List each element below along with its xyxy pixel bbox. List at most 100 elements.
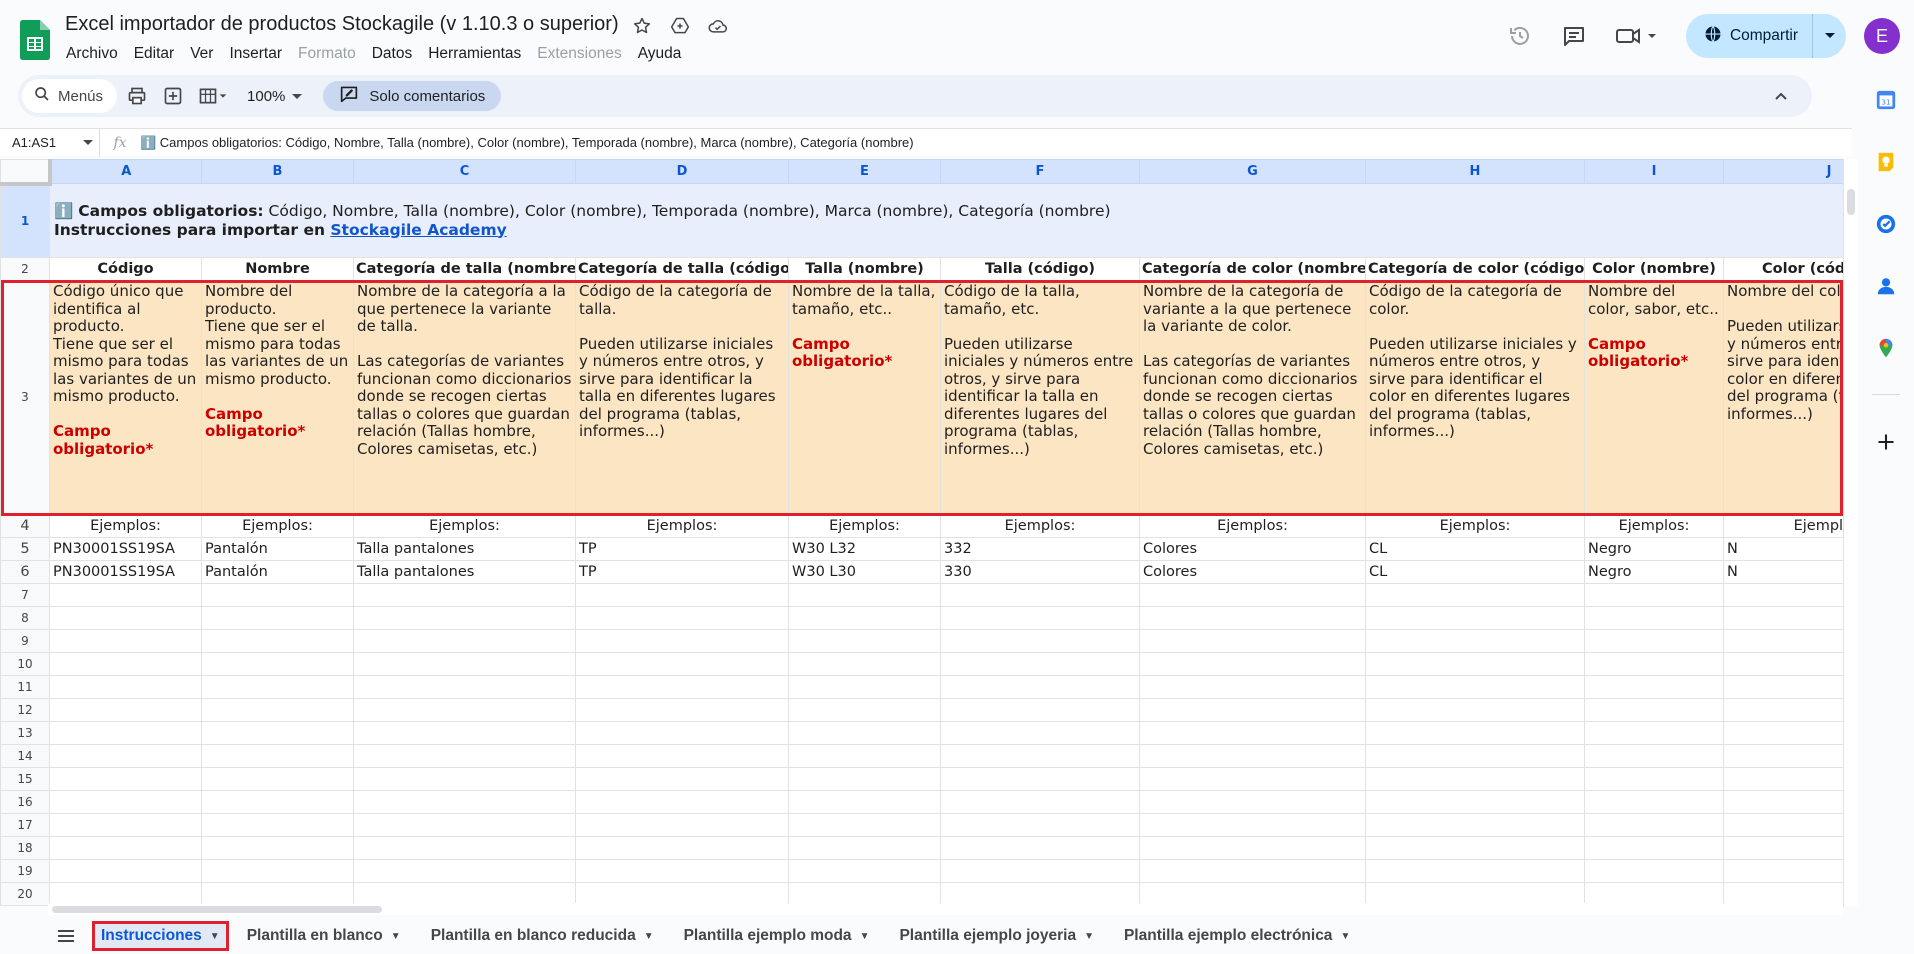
row-header[interactable]: 1 xyxy=(0,183,50,258)
empty-cell[interactable] xyxy=(940,606,1140,630)
header-cell[interactable]: Nombre xyxy=(201,257,354,281)
empty-cell[interactable] xyxy=(1139,767,1366,791)
empty-cell[interactable] xyxy=(353,859,576,883)
empty-cell[interactable] xyxy=(1139,859,1366,883)
data-cell[interactable]: N xyxy=(1723,537,1843,561)
empty-cell[interactable] xyxy=(1365,629,1585,653)
empty-cell[interactable] xyxy=(940,767,1140,791)
empty-cell[interactable] xyxy=(788,606,941,630)
description-cell[interactable]: Nombre de la categoría de variante a la … xyxy=(1139,280,1366,514)
header-cell[interactable]: Talla (código) xyxy=(940,257,1140,281)
empty-cell[interactable] xyxy=(940,652,1140,676)
empty-cell[interactable] xyxy=(940,721,1140,745)
empty-cell[interactable] xyxy=(353,744,576,768)
data-cell[interactable]: Negro xyxy=(1584,560,1724,584)
keep-icon[interactable] xyxy=(1874,150,1898,174)
empty-cell[interactable] xyxy=(575,606,789,630)
sheet-tab[interactable]: Plantilla en blanco reducida ▼ xyxy=(419,921,666,951)
empty-cell[interactable] xyxy=(575,859,789,883)
empty-cell[interactable] xyxy=(201,813,354,837)
horizontal-scrollbar[interactable] xyxy=(48,903,1843,915)
empty-cell[interactable] xyxy=(1139,721,1366,745)
menu-herramientas[interactable]: Herramientas xyxy=(420,43,529,65)
examples-cell[interactable]: Ejemplos: xyxy=(1584,513,1724,538)
empty-cell[interactable] xyxy=(49,606,202,630)
empty-cell[interactable] xyxy=(575,721,789,745)
empty-cell[interactable] xyxy=(353,698,576,722)
star-icon[interactable] xyxy=(630,14,654,38)
plus-icon[interactable] xyxy=(1874,430,1898,454)
empty-cell[interactable] xyxy=(1723,629,1843,653)
column-header-f[interactable]: F xyxy=(940,159,1140,184)
sheet-tab[interactable]: Plantilla en blanco ▼ xyxy=(235,921,413,951)
description-cell[interactable]: Código único que identifica al producto.… xyxy=(49,280,202,514)
empty-cell[interactable] xyxy=(201,744,354,768)
description-cell[interactable]: Nombre de la talla, tamaño, etc.. Campo o… xyxy=(788,280,941,514)
empty-cell[interactable] xyxy=(49,629,202,653)
empty-cell[interactable] xyxy=(788,583,941,607)
examples-cell[interactable]: Ejemplos: xyxy=(201,513,354,538)
column-header-d[interactable]: D xyxy=(575,159,789,184)
empty-cell[interactable] xyxy=(940,859,1140,883)
empty-cell[interactable] xyxy=(353,836,576,860)
empty-cell[interactable] xyxy=(1584,606,1724,630)
row-header[interactable]: 13 xyxy=(0,721,50,745)
empty-cell[interactable] xyxy=(201,675,354,699)
data-cell[interactable]: Negro xyxy=(1584,537,1724,561)
data-cell[interactable]: Colores xyxy=(1139,560,1366,584)
share-options-button[interactable] xyxy=(1812,14,1846,58)
maps-icon[interactable] xyxy=(1874,336,1898,360)
empty-cell[interactable] xyxy=(788,652,941,676)
empty-cell[interactable] xyxy=(575,675,789,699)
empty-cell[interactable] xyxy=(575,836,789,860)
description-cell[interactable]: Código de la talla, tamaño, etc. Pueden u… xyxy=(940,280,1140,514)
move-to-drive-icon[interactable] xyxy=(668,14,692,38)
empty-cell[interactable] xyxy=(1365,836,1585,860)
row-header[interactable]: 18 xyxy=(0,836,50,860)
row-header[interactable]: 14 xyxy=(0,744,50,768)
zoom-select[interactable]: 100% xyxy=(241,88,309,105)
row-header[interactable]: 7 xyxy=(0,583,50,607)
column-header-e[interactable]: E xyxy=(788,159,941,184)
empty-cell[interactable] xyxy=(1365,813,1585,837)
empty-cell[interactable] xyxy=(1139,652,1366,676)
empty-cell[interactable] xyxy=(788,675,941,699)
examples-cell[interactable]: Ejemplos: xyxy=(788,513,941,538)
empty-cell[interactable] xyxy=(1584,652,1724,676)
formula-input[interactable]: ℹ️ Campos obligatorios: Código, Nombre, … xyxy=(140,135,914,151)
chevron-up-icon[interactable] xyxy=(1766,81,1796,111)
column-header-c[interactable]: C xyxy=(353,159,576,184)
description-cell[interactable]: Código de la categoría de talla. Pueden u… xyxy=(575,280,789,514)
empty-cell[interactable] xyxy=(1365,859,1585,883)
empty-cell[interactable] xyxy=(1365,767,1585,791)
empty-cell[interactable] xyxy=(201,583,354,607)
menu-archivo[interactable]: Archivo xyxy=(58,43,126,65)
empty-cell[interactable] xyxy=(1365,698,1585,722)
all-sheets-icon[interactable] xyxy=(46,921,86,951)
comment-mode-button[interactable]: Solo comentarios xyxy=(323,81,502,111)
data-cell[interactable]: PN30001SS19SA xyxy=(49,560,202,584)
empty-cell[interactable] xyxy=(788,698,941,722)
empty-cell[interactable] xyxy=(49,744,202,768)
data-cell[interactable]: TP xyxy=(575,537,789,561)
menu-datos[interactable]: Datos xyxy=(364,43,421,65)
empty-cell[interactable] xyxy=(940,583,1140,607)
empty-cell[interactable] xyxy=(1365,606,1585,630)
menu-search[interactable]: Menús xyxy=(22,79,118,113)
info-banner-cell[interactable]: ℹ️ Campos obligatorios: Código, Nombre, … xyxy=(49,183,1843,258)
empty-cell[interactable] xyxy=(788,813,941,837)
caret-down-icon[interactable]: ▼ xyxy=(391,931,401,942)
empty-cell[interactable] xyxy=(1723,790,1843,814)
data-cell[interactable]: 332 xyxy=(940,537,1140,561)
empty-cell[interactable] xyxy=(575,583,789,607)
header-cell[interactable]: Código xyxy=(49,257,202,281)
history-icon[interactable] xyxy=(1500,16,1540,56)
empty-cell[interactable] xyxy=(940,698,1140,722)
data-cell[interactable]: Pantalón xyxy=(201,537,354,561)
share-button[interactable]: Compartir xyxy=(1686,14,1812,58)
document-title[interactable]: Excel importador de productos Stockagile… xyxy=(65,13,619,36)
empty-cell[interactable] xyxy=(1139,698,1366,722)
sheet-tab[interactable]: Plantilla ejemplo electrónica ▼ xyxy=(1112,921,1362,951)
avatar[interactable]: E xyxy=(1864,18,1900,54)
examples-cell[interactable]: Ejemplos: xyxy=(1723,513,1843,538)
